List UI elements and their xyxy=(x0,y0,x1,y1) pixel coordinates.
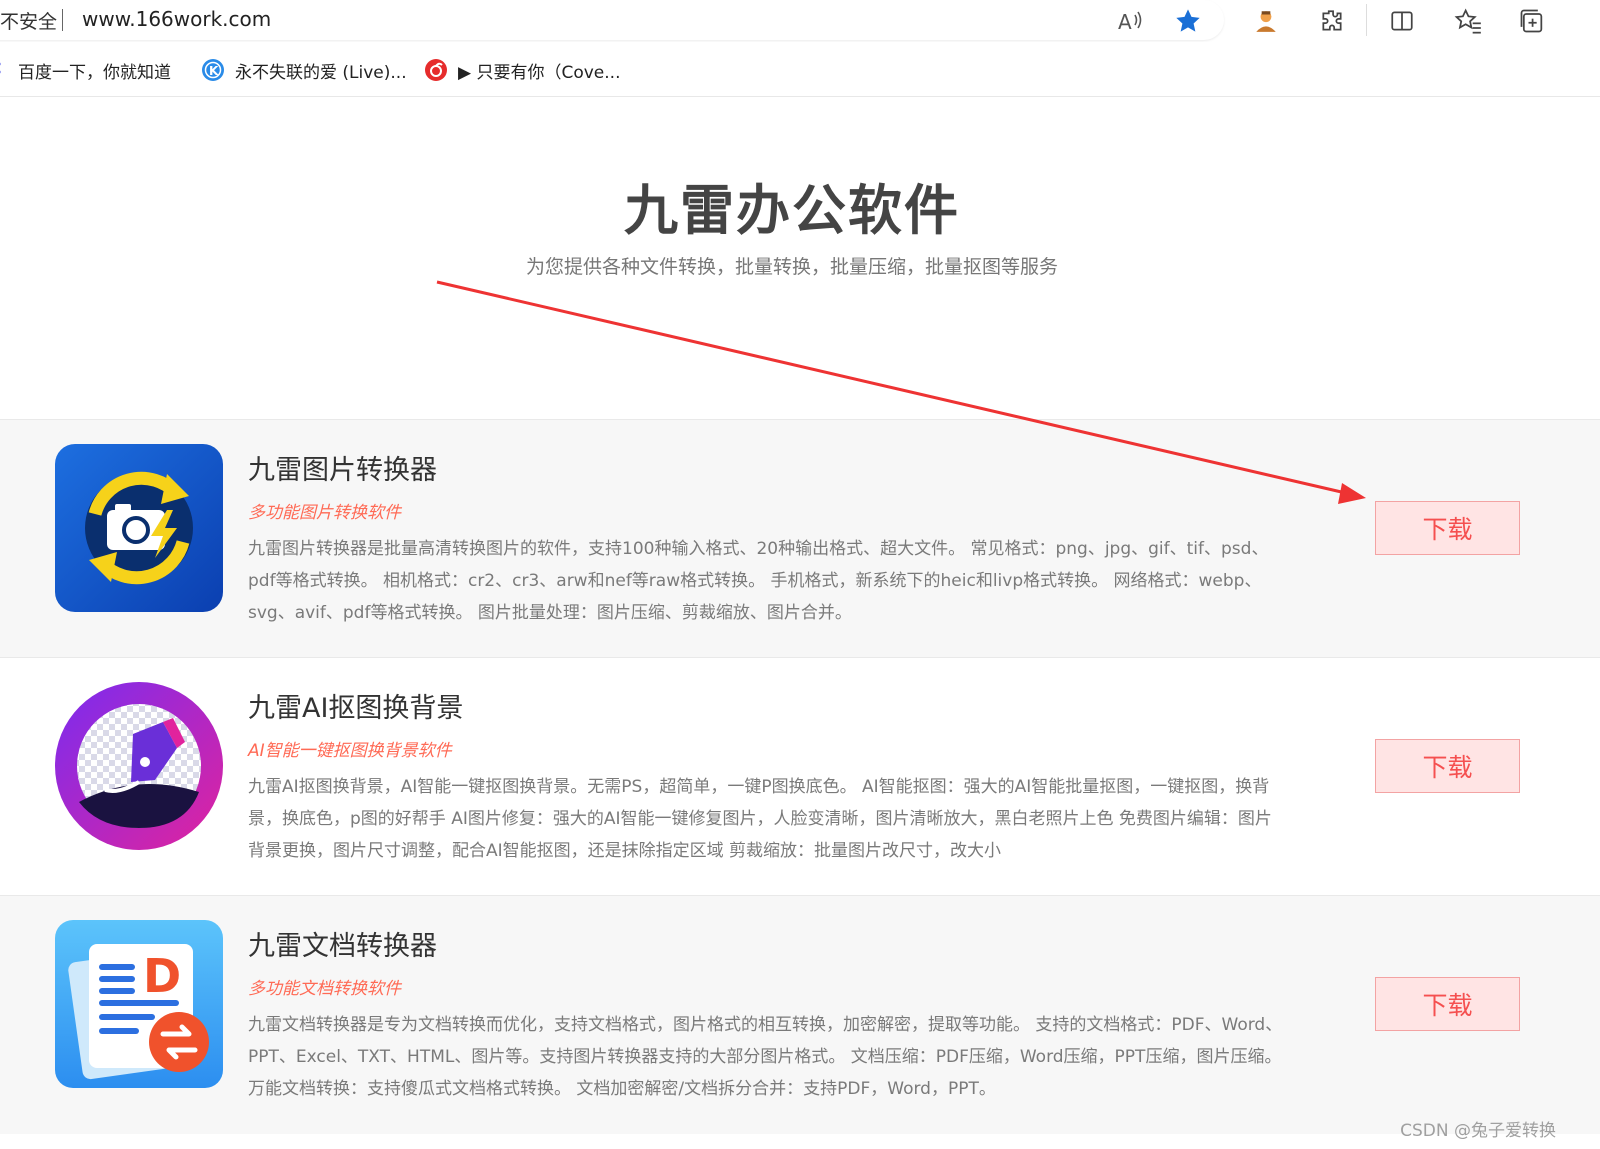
toolbar-divider xyxy=(1366,4,1367,36)
download-button[interactable]: 下载 xyxy=(1375,739,1520,793)
netease-music-icon xyxy=(424,58,448,82)
svg-text:K: K xyxy=(209,64,219,78)
baidu-icon xyxy=(0,59,8,81)
product-tagline: 多功能文档转换软件 xyxy=(248,979,401,999)
download-button[interactable]: 下载 xyxy=(1375,501,1520,555)
svg-text:D: D xyxy=(143,949,181,1003)
split-screen-icon[interactable] xyxy=(1387,6,1417,36)
page-title: 九雷办公软件 xyxy=(624,179,960,242)
product-ai-matting: 九雷AI抠图换背景 AI智能一键抠图换背景软件 九雷AI抠图换背景，AI智能一键… xyxy=(0,657,1600,896)
product-document-converter: D 九雷文档转换器 多功能文档转换软件 九雷文档转换器是专为文档转换而优化，支持… xyxy=(0,895,1600,1134)
collections-icon[interactable] xyxy=(1517,6,1547,36)
product-description: 九雷图片转换器是批量高清转换图片的软件，支持100种输入格式、20种输出格式、超… xyxy=(248,539,1269,623)
product-tagline: AI智能一键抠图换背景软件 xyxy=(248,741,452,761)
browser-address-bar: 不安全 www.166work.com A xyxy=(0,0,1600,42)
product-tagline: 多功能图片转换软件 xyxy=(248,503,401,523)
favorite-netease-music[interactable]: ▶ 只要有你（Cove... xyxy=(424,57,620,83)
ai-matting-logo-icon[interactable] xyxy=(55,682,223,850)
favorite-star-icon[interactable] xyxy=(1173,6,1203,36)
download-button[interactable]: 下载 xyxy=(1375,977,1520,1031)
product-description: 九雷AI抠图换背景，AI智能一键抠图换背景。无需PS，超简单，一键P图换底色。 … xyxy=(248,777,1272,861)
url-separator xyxy=(62,9,63,31)
favorite-kugou[interactable]: K 永不失联的爱 (Live)... xyxy=(201,57,407,83)
extensions-icon[interactable] xyxy=(1317,6,1347,36)
favorites-bar: 百度一下，你就知道 K 永不失联的爱 (Live)... ▶ 只要有你（Cove… xyxy=(0,42,1600,97)
favorites-icon[interactable] xyxy=(1453,6,1483,36)
url-text[interactable]: www.166work.com xyxy=(82,7,271,31)
favorite-label: ▶ 只要有你（Cove... xyxy=(458,62,621,83)
favorite-baidu[interactable]: 百度一下，你就知道 xyxy=(0,57,171,83)
product-description: 九雷文档转换器是专为文档转换而优化，支持文档格式，图片格式的相互转换，加密解密，… xyxy=(248,1015,1283,1099)
security-indicator[interactable]: 不安全 xyxy=(0,7,57,34)
favorite-label: 永不失联的爱 (Live)... xyxy=(235,62,407,83)
watermark: CSDN @兔子爱转换 xyxy=(1400,1121,1556,1141)
page-subtitle: 为您提供各种文件转换，批量转换，批量压缩，批量抠图等服务 xyxy=(525,256,1058,278)
product-name: 九雷文档转换器 xyxy=(248,931,437,962)
image-converter-logo-icon[interactable] xyxy=(55,444,223,612)
product-name: 九雷AI抠图换背景 xyxy=(248,693,464,724)
svg-text:A: A xyxy=(1118,10,1132,33)
profile-icon[interactable] xyxy=(1251,6,1281,36)
kugou-icon: K xyxy=(201,58,225,82)
read-aloud-icon[interactable]: A xyxy=(1115,6,1145,36)
product-image-converter: 九雷图片转换器 多功能图片转换软件 九雷图片转换器是批量高清转换图片的软件，支持… xyxy=(0,419,1600,658)
document-converter-logo-icon[interactable]: D xyxy=(55,920,223,1088)
product-name: 九雷图片转换器 xyxy=(248,455,437,486)
favorite-label: 百度一下，你就知道 xyxy=(18,62,171,83)
